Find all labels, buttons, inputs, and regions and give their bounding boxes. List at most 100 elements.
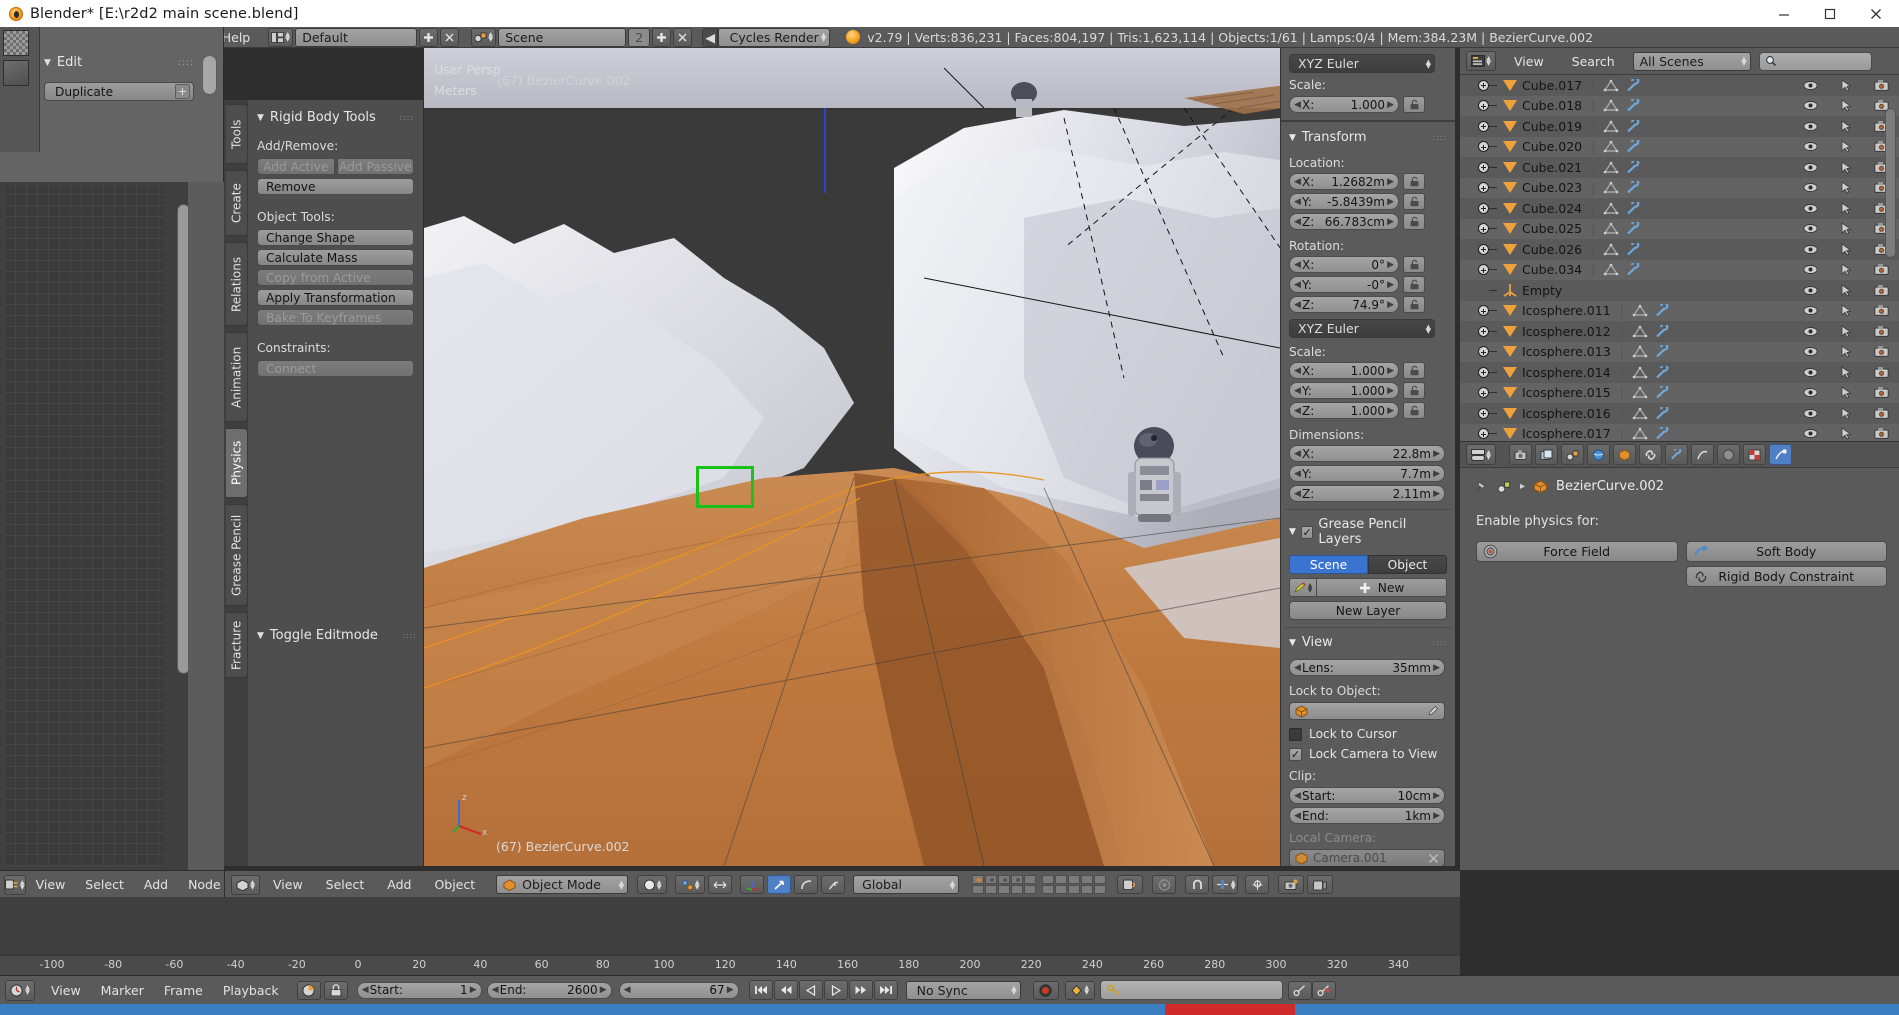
render-opengl-icon[interactable]: [1278, 875, 1304, 894]
location-1-field[interactable]: ◀Y:-5.8439m▶: [1289, 193, 1399, 210]
dimension-1-field[interactable]: ◀Y:7.7m▶: [1289, 465, 1445, 482]
decrement-icon[interactable]: ◀: [362, 985, 369, 995]
rotation-2-field[interactable]: ◀Z:74.9°▶: [1289, 296, 1399, 313]
outliner-menu-search[interactable]: Search: [1562, 51, 1625, 72]
scale-manipulator-icon[interactable]: [821, 875, 845, 894]
interaction-mode-select[interactable]: Object Mode ▲▼: [496, 875, 628, 894]
decrement-icon[interactable]: ◀: [1294, 663, 1301, 673]
outliner-row[interactable]: Icosphere.014|: [1460, 362, 1899, 383]
editor-type-properties-icon[interactable]: ▲▼: [1466, 444, 1496, 465]
scene-datablock-icon[interactable]: ▲▼: [471, 28, 496, 47]
modifier-wrench-icon[interactable]: [1655, 427, 1670, 440]
expand-icon[interactable]: [1478, 346, 1489, 357]
left-top-scrollbar[interactable]: [202, 55, 217, 95]
increment-icon[interactable]: ▶: [470, 985, 477, 995]
timeline-menu-frame[interactable]: Frame: [154, 980, 213, 1001]
renderable-camera-icon[interactable]: [1874, 263, 1889, 276]
scale-0-field[interactable]: ◀X:1.000▶: [1289, 362, 1399, 379]
decrement-icon[interactable]: ◀: [1294, 197, 1301, 207]
dimension-2-field[interactable]: ◀Z:2.11m▶: [1289, 485, 1445, 502]
add-active-button[interactable]: Add Active: [257, 158, 335, 175]
gp-object-tab[interactable]: Object: [1368, 555, 1447, 574]
modifier-wrench-icon[interactable]: [1655, 325, 1670, 338]
maximize-icon[interactable]: [1807, 0, 1853, 27]
outliner-row[interactable]: Icosphere.017|: [1460, 424, 1899, 442]
increment-icon[interactable]: ▶: [1387, 197, 1394, 207]
delete-scene-icon[interactable]: [673, 28, 692, 47]
modifier-wrench-icon[interactable]: [1626, 120, 1641, 133]
copy-from-active-button[interactable]: Copy from Active: [257, 269, 414, 286]
screen-layout-icon[interactable]: ▲▼: [268, 28, 293, 47]
selectable-cursor-icon[interactable]: [1840, 243, 1852, 256]
scale-x-field-top[interactable]: ◀ X: 1.000 ▶: [1289, 96, 1399, 113]
scale-2-field[interactable]: ◀Z:1.000▶: [1289, 402, 1399, 419]
start-frame-field[interactable]: ◀ Start: 1 ▶: [357, 982, 482, 999]
timeline-menu-view[interactable]: View: [41, 980, 91, 1001]
scale-1-lock-icon[interactable]: [1403, 382, 1425, 399]
visibility-eye-icon[interactable]: [1803, 182, 1818, 193]
properties-tab-modifiers-icon[interactable]: [1665, 444, 1688, 465]
pivot-point-icon[interactable]: ▲▼: [675, 875, 705, 894]
visibility-eye-icon[interactable]: [1803, 346, 1818, 357]
add-passive-button[interactable]: Add Passive: [337, 158, 415, 175]
rotation-1-lock-icon[interactable]: [1403, 276, 1425, 293]
play-icon[interactable]: [824, 980, 848, 1000]
mesh-data-icon[interactable]: [1603, 222, 1619, 235]
mesh-data-icon[interactable]: [1632, 345, 1648, 358]
expand-icon[interactable]: [1478, 223, 1489, 234]
outliner-search-input[interactable]: [1759, 52, 1872, 71]
node-menu-node[interactable]: Node: [178, 874, 231, 895]
viewport-menu-object[interactable]: Object: [424, 874, 485, 895]
grease-pencil-checkbox[interactable]: ✓: [1301, 526, 1313, 539]
visibility-eye-icon[interactable]: [1803, 121, 1818, 132]
renderable-camera-icon[interactable]: [1874, 366, 1889, 379]
snap-target-icon[interactable]: [1245, 875, 1269, 894]
outliner-row[interactable]: Cube.020|: [1460, 137, 1899, 158]
renderable-camera-icon[interactable]: [1874, 427, 1889, 440]
renderable-camera-icon[interactable]: [1874, 325, 1889, 338]
scene-layers-widget[interactable]: [972, 875, 1106, 894]
modifier-wrench-icon[interactable]: [1655, 366, 1670, 379]
insert-keyframe-icon[interactable]: [1288, 981, 1312, 1000]
visibility-eye-icon[interactable]: [1803, 285, 1818, 296]
close-icon[interactable]: [1853, 0, 1899, 27]
mesh-data-icon[interactable]: [1632, 366, 1648, 379]
outliner-row[interactable]: Cube.025|: [1460, 219, 1899, 240]
scale-0-lock-icon[interactable]: [1403, 362, 1425, 379]
modifier-wrench-icon[interactable]: [1655, 345, 1670, 358]
outliner-row[interactable]: Cube.021|: [1460, 157, 1899, 178]
rotation-mode-select-top[interactable]: XYZ Euler ▲▼: [1289, 54, 1435, 73]
editor-type-3dview-icon[interactable]: ▲▼: [231, 875, 260, 895]
decrement-icon[interactable]: ◀: [1294, 366, 1301, 376]
decrement-icon[interactable]: ◀: [1294, 100, 1301, 110]
mesh-data-icon[interactable]: [1632, 386, 1648, 399]
renderable-camera-icon[interactable]: [1874, 284, 1889, 297]
properties-tab-physics-curve-icon[interactable]: [1691, 444, 1714, 465]
mesh-data-icon[interactable]: [1603, 79, 1619, 92]
selectable-cursor-icon[interactable]: [1840, 222, 1852, 235]
increment-icon[interactable]: ▶: [1433, 469, 1440, 479]
selectable-cursor-icon[interactable]: [1840, 99, 1852, 112]
use-preview-range-icon[interactable]: [297, 981, 321, 1000]
gp-datablock-icon[interactable]: ▲▼: [1289, 578, 1317, 597]
expand-icon[interactable]: [1478, 264, 1489, 275]
clip-start-field[interactable]: ◀ Start: 10cm ▶: [1289, 787, 1445, 804]
viewport-menu-select[interactable]: Select: [316, 874, 375, 895]
sync-mode-select[interactable]: No Sync ▲▼: [906, 981, 1021, 1000]
lock-layers-icon[interactable]: [1117, 875, 1143, 894]
modifier-wrench-icon[interactable]: [1655, 407, 1670, 420]
tool-tab-grease-pencil[interactable]: Grease Pencil: [226, 504, 248, 606]
modifier-wrench-icon[interactable]: [1626, 140, 1641, 153]
tool-tab-animation[interactable]: Animation: [226, 332, 248, 422]
renderable-camera-icon[interactable]: [1874, 345, 1889, 358]
mesh-data-icon[interactable]: [1603, 263, 1619, 276]
selectable-cursor-icon[interactable]: [1840, 140, 1852, 153]
visibility-eye-icon[interactable]: [1803, 223, 1818, 234]
mesh-data-icon[interactable]: [1603, 202, 1619, 215]
decrement-icon[interactable]: ◀: [1294, 280, 1301, 290]
end-frame-field[interactable]: ◀ End: 2600 ▶: [487, 982, 612, 999]
lock-camera-to-view-checkbox[interactable]: ✓: [1289, 748, 1302, 761]
eyedropper-icon[interactable]: [1427, 705, 1439, 717]
scene-breadcrumb-icon[interactable]: [1497, 480, 1512, 494]
modifier-wrench-icon[interactable]: [1626, 222, 1641, 235]
